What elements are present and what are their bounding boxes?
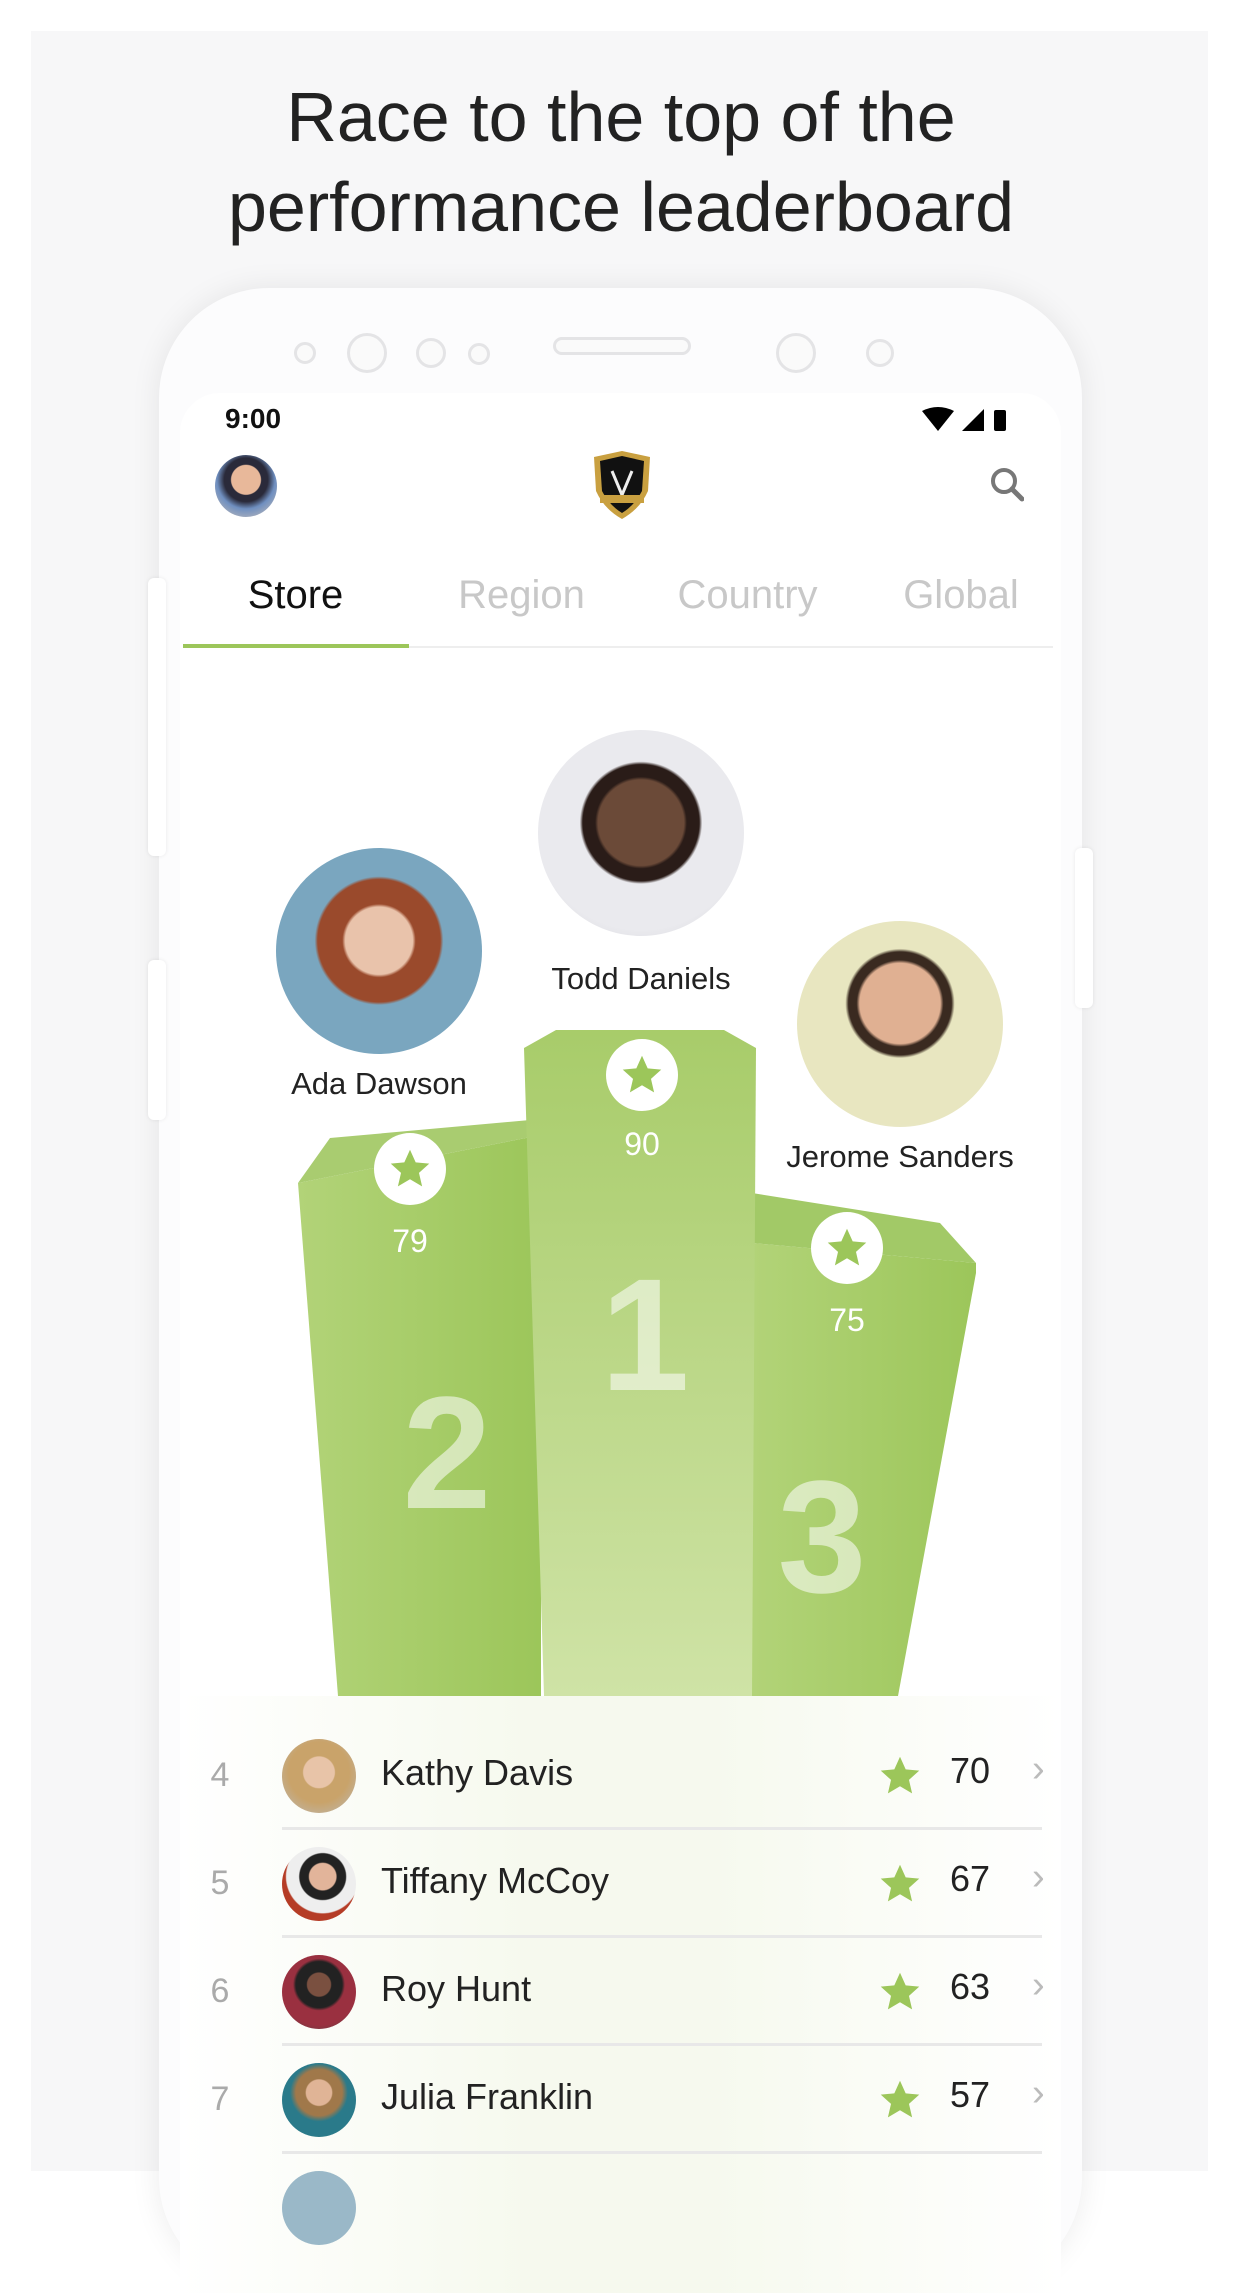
rank: 5 <box>210 1864 230 1902</box>
star-badge-1 <box>606 1039 678 1111</box>
list-item[interactable]: 7 Julia Franklin 57 › <box>180 2046 1061 2154</box>
chevron-right-icon: › <box>1032 2072 1045 2114</box>
list-item[interactable]: 6 Roy Hunt 63 › <box>180 1938 1061 2046</box>
player-name: Kathy Davis <box>381 1752 574 1793</box>
chevron-right-icon: › <box>1032 1856 1045 1898</box>
podium-name-1: Todd Daniels <box>551 961 731 996</box>
rank: 7 <box>210 2080 230 2118</box>
score: 63 <box>950 1966 991 2007</box>
star-badge-2 <box>374 1133 446 1205</box>
chevron-right-icon: › <box>1032 1748 1045 1790</box>
avatar-jerome-sanders[interactable] <box>797 921 1003 1127</box>
camera-dot <box>347 333 387 373</box>
star-icon <box>880 1972 920 2010</box>
sensor-dot <box>866 339 894 367</box>
star-icon <box>827 1228 867 1266</box>
player-name: Julia Franklin <box>381 2076 594 2117</box>
sensor-dot <box>416 338 446 368</box>
rank: 4 <box>210 1756 230 1794</box>
sensor-dot <box>468 343 490 365</box>
sensor-dot <box>294 342 316 364</box>
avatar <box>282 1739 356 1813</box>
score: 70 <box>950 1750 991 1791</box>
star-icon <box>880 2080 920 2118</box>
podium-place-1: 1 <box>600 1245 690 1424</box>
podium-score-3: 75 <box>829 1302 865 1338</box>
avatar <box>282 2063 356 2137</box>
star-badge-3 <box>811 1212 883 1284</box>
leaderboard-list: 4 Kathy Davis 70 › 5 Tiffany McCoy 67 › … <box>180 1696 1061 2293</box>
score: 57 <box>950 2074 991 2115</box>
phone-side-button <box>1075 848 1093 1008</box>
headline: Race to the top of the performance leade… <box>0 72 1242 252</box>
list-item[interactable]: 4 Kathy Davis 70 › <box>180 1722 1061 1830</box>
rank: 6 <box>210 1972 230 2010</box>
phone-side-button <box>148 960 166 1120</box>
score: 67 <box>950 1858 991 1899</box>
player-name: Roy Hunt <box>381 1968 532 2009</box>
star-icon <box>880 1864 920 1902</box>
camera-dot <box>776 333 816 373</box>
avatar-todd-daniels[interactable] <box>538 730 744 936</box>
podium-name-3: Jerome Sanders <box>786 1139 1014 1174</box>
phone-side-button <box>148 578 166 856</box>
star-icon <box>622 1055 662 1093</box>
podium-place-2: 2 <box>402 1363 492 1542</box>
speaker-grille <box>553 337 691 355</box>
app-screen: 9:00 Store Region Country Global Todd Da… <box>180 393 1061 2293</box>
chevron-right-icon: › <box>1032 1964 1045 2006</box>
avatar <box>282 1955 356 2029</box>
avatar <box>282 1847 356 1921</box>
podium-score-2: 79 <box>392 1223 428 1259</box>
podium-place-3: 3 <box>777 1447 867 1626</box>
headline-line-1: Race to the top of the <box>286 78 956 156</box>
avatar-ada-dawson[interactable] <box>276 848 482 1054</box>
player-name: Tiffany McCoy <box>381 1860 610 1901</box>
headline-line-2: performance leaderboard <box>227 168 1015 246</box>
star-icon <box>390 1149 430 1187</box>
divider <box>282 2151 1042 2154</box>
list-item[interactable]: 5 Tiffany McCoy 67 › <box>180 1830 1061 1938</box>
avatar-partial <box>282 2171 356 2245</box>
podium-score-1: 90 <box>624 1126 660 1162</box>
podium-name-2: Ada Dawson <box>291 1066 467 1101</box>
star-icon <box>880 1756 920 1794</box>
